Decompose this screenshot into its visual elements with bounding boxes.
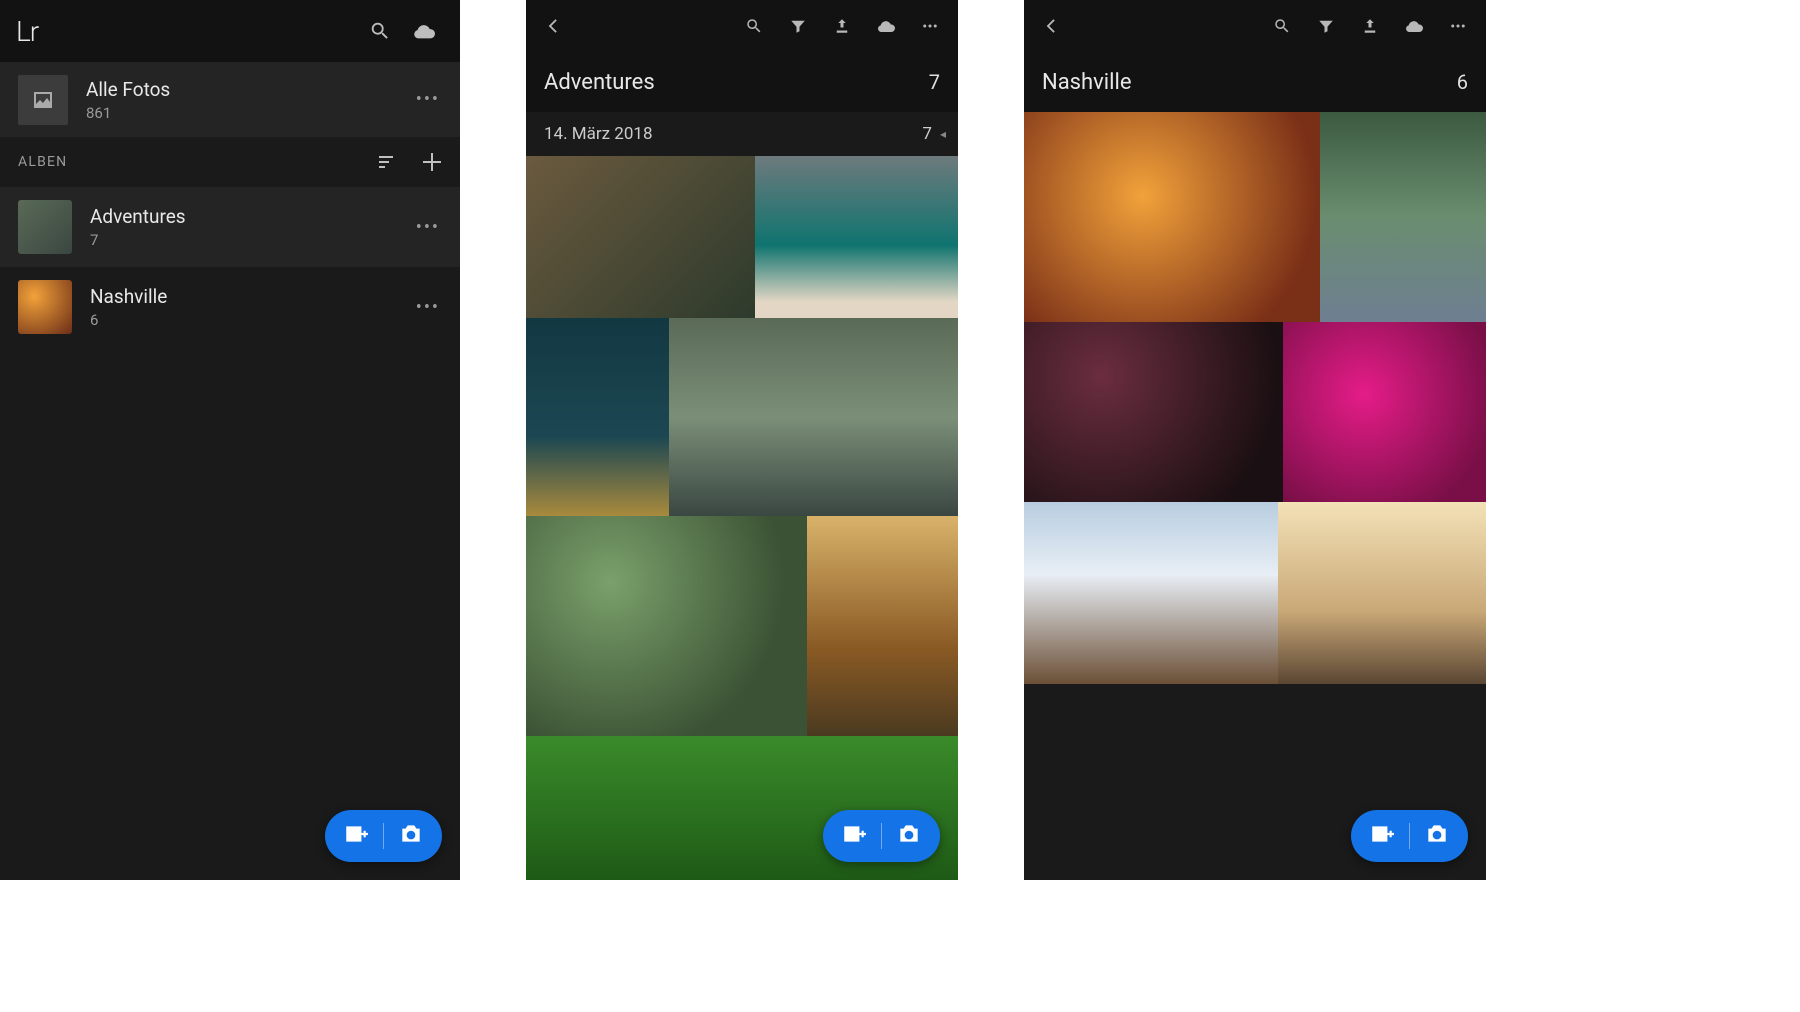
filter-icon[interactable]: [1304, 4, 1348, 48]
more-icon[interactable]: [1436, 4, 1480, 48]
album-name: Nashville: [90, 285, 167, 308]
album-total-count: 7: [929, 70, 940, 94]
album-title: Nashville: [1042, 70, 1132, 95]
date-count: 7: [922, 124, 932, 144]
all-photos-count: 861: [86, 104, 170, 122]
photo-thumbnail[interactable]: [669, 318, 958, 516]
more-icon[interactable]: •••: [406, 207, 450, 248]
add-fab[interactable]: [1351, 810, 1468, 862]
photo-thumbnail[interactable]: [1024, 502, 1278, 684]
photo-grid: [1024, 112, 1486, 684]
fab-divider: [383, 823, 384, 849]
panel-library: Lr Alle Fotos 861 ••• ALBEN Adventures 7…: [0, 0, 460, 880]
photo-thumbnail[interactable]: [755, 156, 958, 318]
more-icon[interactable]: •••: [406, 287, 450, 328]
search-icon[interactable]: [358, 9, 402, 53]
panel-album-adventures: Adventures 7 14. März 2018 7 ◂: [526, 0, 958, 880]
panel-album-nashville: Nashville 6: [1024, 0, 1486, 880]
album-title-row: Adventures 7: [526, 52, 958, 112]
add-photo-icon[interactable]: [343, 821, 369, 851]
album-thumbnail: [18, 200, 72, 254]
all-photos-row[interactable]: Alle Fotos 861 •••: [0, 62, 460, 137]
album-title-row: Nashville 6: [1024, 52, 1486, 112]
photo-thumbnail[interactable]: [1024, 112, 1320, 322]
photo-thumbnail[interactable]: [1320, 112, 1486, 322]
cloud-icon[interactable]: [1392, 4, 1436, 48]
top-bar: Lr: [0, 0, 460, 62]
share-icon[interactable]: [820, 4, 864, 48]
cloud-icon[interactable]: [864, 4, 908, 48]
add-fab[interactable]: [823, 810, 940, 862]
photo-thumbnail[interactable]: [1024, 322, 1283, 502]
app-logo: Lr: [8, 15, 46, 48]
camera-icon[interactable]: [1424, 821, 1450, 851]
album-row-adventures[interactable]: Adventures 7 •••: [0, 187, 460, 267]
camera-icon[interactable]: [398, 821, 424, 851]
filter-icon[interactable]: [776, 4, 820, 48]
album-title: Adventures: [544, 70, 655, 95]
detail-top-bar: [1024, 0, 1486, 52]
albums-label: ALBEN: [18, 154, 67, 170]
detail-top-bar: [526, 0, 958, 52]
add-photo-icon[interactable]: [1369, 821, 1395, 851]
photo-thumbnail[interactable]: [526, 318, 669, 516]
more-icon[interactable]: [908, 4, 952, 48]
date-group-header[interactable]: 14. März 2018 7 ◂: [526, 112, 958, 156]
album-count: 7: [90, 231, 186, 249]
back-icon[interactable]: [532, 4, 576, 48]
more-icon[interactable]: •••: [406, 79, 450, 120]
fab-divider: [1409, 823, 1410, 849]
photo-thumbnail[interactable]: [526, 156, 755, 318]
photo-grid: [526, 156, 958, 880]
albums-header: ALBEN: [0, 137, 460, 187]
album-name: Adventures: [90, 205, 186, 228]
sort-icon[interactable]: [366, 140, 410, 184]
cloud-icon[interactable]: [402, 9, 446, 53]
photo-thumbnail[interactable]: [1283, 322, 1486, 502]
date-label: 14. März 2018: [544, 124, 653, 144]
add-fab[interactable]: [325, 810, 442, 862]
album-row-nashville[interactable]: Nashville 6 •••: [0, 267, 460, 347]
fab-divider: [881, 823, 882, 849]
collapse-icon: ◂: [940, 127, 946, 141]
all-photos-title: Alle Fotos: [86, 78, 170, 101]
album-thumbnail: [18, 280, 72, 334]
album-count: 6: [90, 311, 167, 329]
add-photo-icon[interactable]: [841, 821, 867, 851]
album-total-count: 6: [1457, 70, 1468, 94]
plus-icon[interactable]: [410, 140, 454, 184]
picture-icon: [18, 75, 68, 125]
share-icon[interactable]: [1348, 4, 1392, 48]
search-icon[interactable]: [1260, 4, 1304, 48]
photo-thumbnail[interactable]: [1278, 502, 1486, 684]
photo-thumbnail[interactable]: [807, 516, 958, 736]
camera-icon[interactable]: [896, 821, 922, 851]
back-icon[interactable]: [1030, 4, 1074, 48]
search-icon[interactable]: [732, 4, 776, 48]
photo-thumbnail[interactable]: [526, 516, 807, 736]
